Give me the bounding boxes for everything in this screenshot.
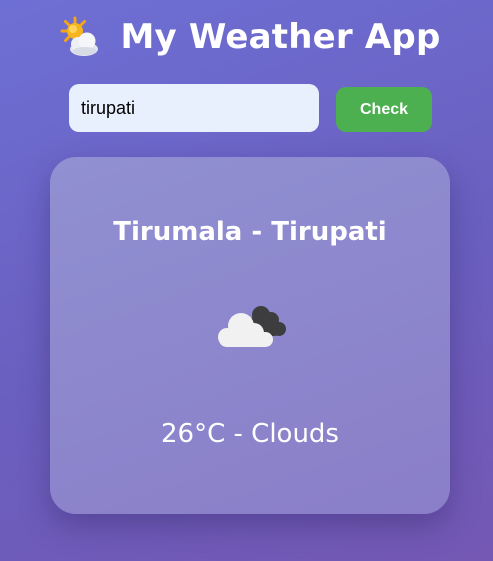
city-search-input[interactable] — [69, 84, 319, 132]
temperature-description: 26°C - Clouds — [161, 419, 339, 449]
app-title: My Weather App — [120, 17, 441, 57]
app-header: My Weather App — [0, 10, 493, 64]
weather-card: Tirumala - Tirupati 26°C - Clouds — [50, 157, 450, 514]
check-button[interactable]: Check — [336, 87, 432, 132]
city-name: Tirumala - Tirupati — [113, 217, 387, 247]
sun-behind-cloud-icon — [60, 16, 99, 56]
cloud-icon — [218, 306, 286, 347]
